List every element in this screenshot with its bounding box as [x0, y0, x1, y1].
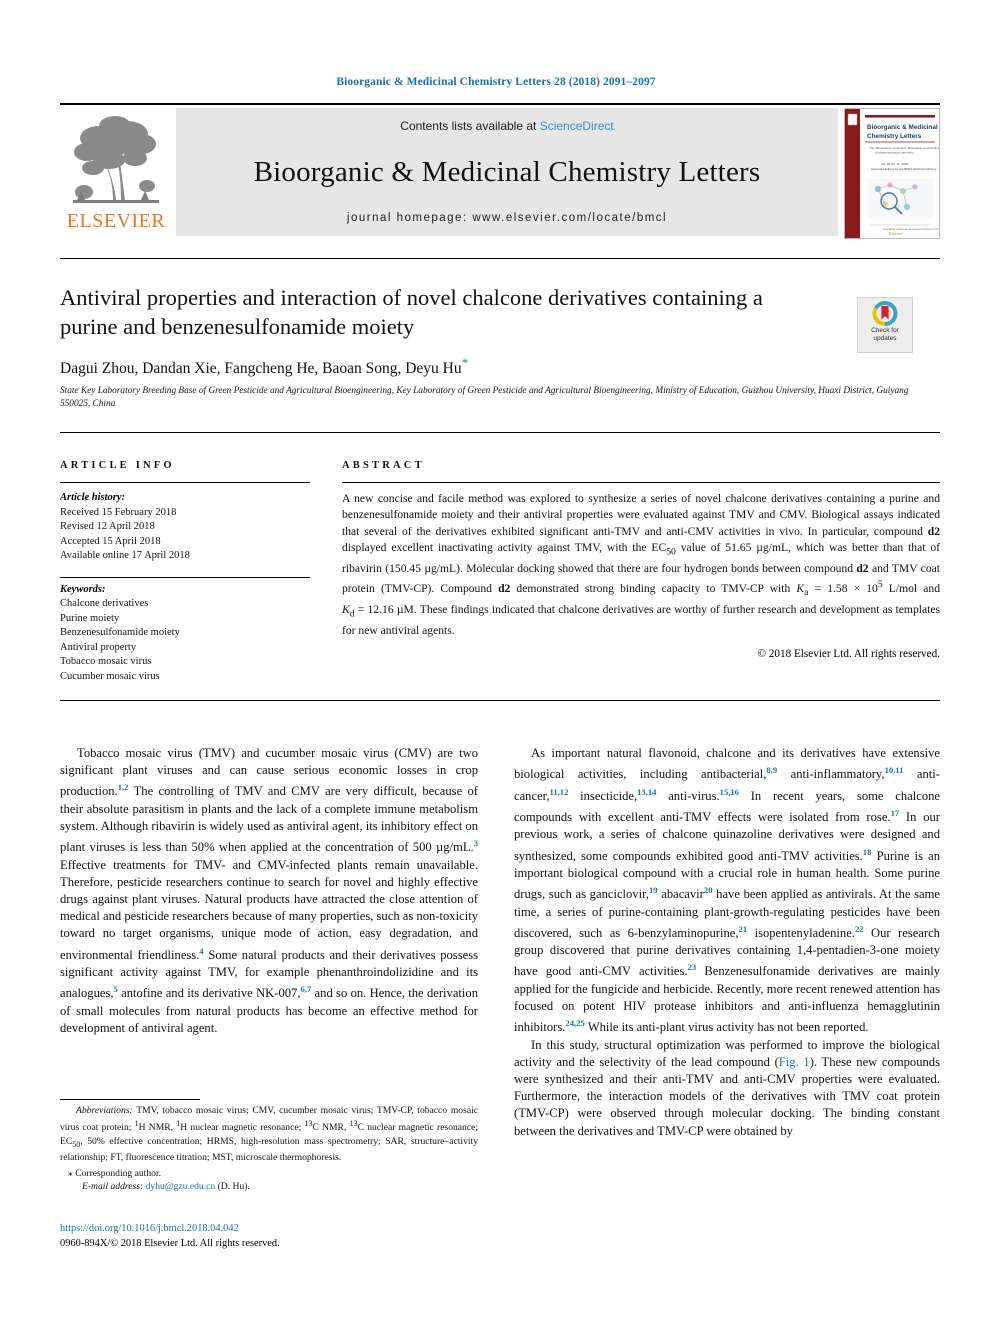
svg-text:Bioorganic & Medicinal: Bioorganic & Medicinal [867, 124, 938, 131]
journal-band: Contents lists available at ScienceDirec… [176, 108, 838, 236]
title-rule-top [60, 258, 940, 259]
journal-homepage[interactable]: journal homepage: www.elsevier.com/locat… [347, 212, 667, 224]
contents-line: Contents lists available at ScienceDirec… [400, 119, 613, 133]
keywords-label: Keywords: [60, 583, 106, 595]
doi-link[interactable]: https://doi.org/10.1016/j.bmcl.2018.04.0… [60, 1223, 239, 1234]
article-info-rule [60, 482, 310, 483]
running-head: Bioorganic & Medicinal Chemistry Letters… [336, 76, 656, 88]
svg-text:The Tetrahedron Journal for Bi: The Tetrahedron Journal for Bioorganic a… [869, 146, 939, 150]
article-history-label: Article history: [60, 492, 126, 503]
email-note: E-mail address: dyhu@gzu.edu.cn (D. Hu). [60, 1180, 478, 1193]
elsevier-logo: ELSEVIER [60, 108, 172, 238]
email-label: E-mail address: [82, 1181, 144, 1193]
keyword-item: Benzenesulfonamide moiety [60, 627, 180, 638]
affiliation: State Key Laboratory Breeding Base of Gr… [60, 386, 909, 409]
crossmark-icon [872, 301, 898, 326]
abstract-section: ABSTRACT A new concise and facile method… [342, 460, 940, 660]
history-item: Revised 12 April 2018 [60, 521, 155, 532]
paragraph: Tobacco mosaic virus (TMV) and cucumber … [60, 746, 478, 1035]
keyword-item: Antiviral property [60, 641, 137, 653]
authors-text: Dagui Zhou, Dandan Xie, Fangcheng He, Ba… [60, 360, 462, 378]
abstract-copyright: © 2018 Elsevier Ltd. All rights reserved… [757, 648, 941, 661]
paper-page: Bioorganic & Medicinal Chemistry Letters… [0, 0, 992, 1323]
email-link[interactable]: dyhu@gzu.edu.cn [146, 1181, 216, 1192]
history-item: Accepted 15 April 2018 [60, 535, 161, 547]
body-column-right: As important natural flavonoid, chalcone… [514, 745, 940, 1140]
figure-1-link[interactable]: Fig. 1 [779, 1055, 810, 1069]
elsevier-tree-icon [73, 116, 159, 203]
journal-title: Bioorganic & Medicinal Chemistry Letters [253, 156, 761, 188]
contents-prefix: Contents lists available at [400, 119, 540, 133]
author-list: Dagui Zhou, Dandan Xie, Fangcheng He, Ba… [60, 355, 860, 378]
history-item: Received 15 February 2018 [60, 506, 177, 518]
body-column-left: Tobacco mosaic virus (TMV) and cucumber … [60, 745, 478, 1037]
svg-text:of pharmaceutical chemistry: of pharmaceutical chemistry [875, 151, 914, 155]
keyword-item: Purine moiety [60, 612, 120, 624]
abstract-rule [342, 482, 940, 483]
journal-masthead: ELSEVIER Contents lists available at Sci… [60, 103, 940, 239]
crossmark-badge[interactable]: Check for updates [857, 297, 913, 353]
article-info-heading: ARTICLE INFO [60, 460, 175, 471]
svg-text:Chemistry Letters: Chemistry Letters [867, 133, 922, 140]
keyword-item: Tobacco mosaic virus [60, 656, 152, 667]
paragraph: In this study, structural optimization w… [514, 1037, 940, 1138]
keyword-item: Cucumber mosaic virus [60, 670, 160, 682]
email-suffix: (D. Hu). [217, 1181, 250, 1193]
crossmark-label: Check for updates [871, 327, 899, 342]
journal-cover-thumbnail: Bioorganic & Medicinal Chemistry Letters… [844, 108, 940, 239]
abstract-body: A new concise and facile method was expl… [342, 492, 940, 637]
crossmark-label-line1: Check for [871, 327, 899, 334]
crossmark-label-line2: updates [873, 334, 897, 342]
corresponding-author-marker: * [461, 355, 469, 370]
paragraph: As important natural flavonoid, chalcone… [514, 746, 941, 1035]
doi-block: https://doi.org/10.1016/j.bmcl.2018.04.0… [60, 1222, 480, 1251]
abbreviations-label: Abbreviations: [76, 1105, 133, 1116]
sciencedirect-link[interactable]: ScienceDirect [540, 119, 614, 133]
keyword-item: Chalcone derivatives [60, 598, 149, 609]
issn-copyright-line: 0960-894X/© 2018 Elsevier Ltd. All right… [60, 1237, 280, 1249]
abstract-heading: ABSTRACT [342, 460, 425, 471]
svg-text:Vol. 28 No. 11, 2018: Vol. 28 No. 11, 2018 [881, 162, 908, 166]
asterisk-icon: ⁎ [68, 1167, 73, 1179]
history-item: Available online 17 April 2018 [60, 550, 190, 561]
cover-artwork-icon: Bioorganic & Medicinal Chemistry Letters… [845, 109, 939, 238]
page-title: Antiviral properties and interaction of … [60, 285, 763, 339]
keywords-rule [60, 576, 310, 578]
elsevier-wordmark: ELSEVIER [66, 210, 166, 232]
footnote-rule [60, 1099, 200, 1100]
svg-text:Elsevier: Elsevier [889, 231, 903, 236]
corresponding-author-note: ⁎ Corresponding author. [60, 1167, 478, 1180]
abstract-bottom-rule [60, 700, 940, 701]
footnotes-block: Abbreviations: TMV, tobacco mosaic virus… [60, 1104, 478, 1193]
article-info-section: ARTICLE INFO Article history: Received 1… [60, 460, 310, 684]
svg-text:Associate Editors for the BMCL: Associate Editors for the BMCL Editorial… [871, 167, 937, 171]
abbreviations-note: Abbreviations: TMV, tobacco mosaic virus… [60, 1105, 479, 1163]
title-rule-bottom [60, 432, 940, 433]
corresponding-text: Corresponding author. [75, 1167, 162, 1179]
